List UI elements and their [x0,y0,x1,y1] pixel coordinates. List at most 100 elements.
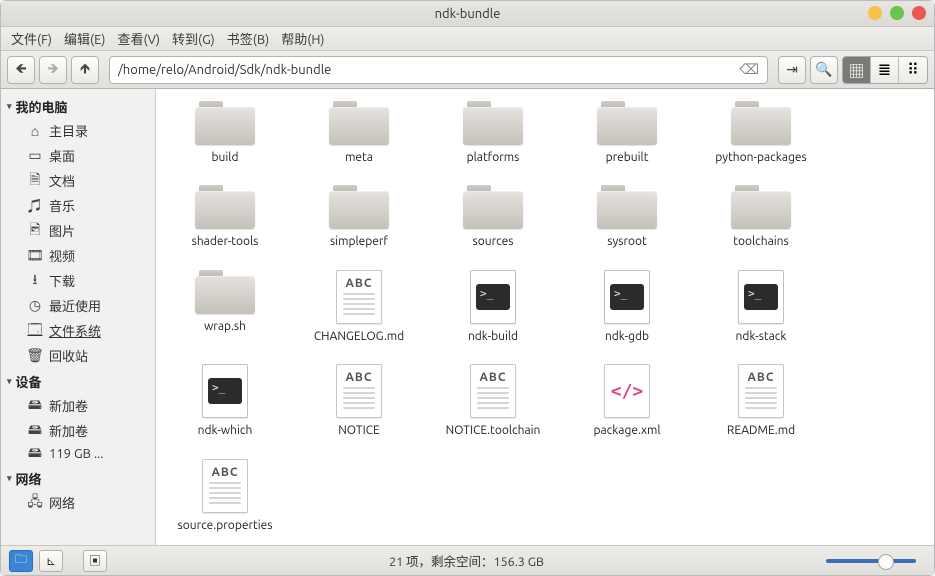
file-item[interactable]: </>package.xml [574,364,680,438]
sidebar-item-label: 文件系统 [49,321,101,340]
status-text: 21 项，剩余空间：156.3 GB [107,551,826,570]
file-item[interactable]: >_ndk-gdb [574,270,680,344]
recent-icon: ◷ [27,298,43,314]
sidebar-item-label: 新加卷 [49,421,88,440]
file-item-label: platforms [467,151,520,165]
menu-item[interactable]: 查看(V) [118,29,160,48]
file-item[interactable]: shader-tools [172,185,278,249]
sidebar-item-label: 网络 [49,493,75,512]
file-item[interactable]: sources [440,185,546,249]
file-item[interactable]: toolchains [708,185,814,249]
file-item[interactable]: ABCNOTICE.toolchain [440,364,546,438]
file-item[interactable]: >_ndk-stack [708,270,814,344]
picture-icon: 🖻 [27,223,43,239]
file-item[interactable]: prebuilt [574,101,680,165]
titlebar: ndk-bundle [1,1,934,27]
file-item-label: ndk-gdb [605,330,649,344]
sidebar-item[interactable]: 🎞视频 [1,243,155,268]
text-file-icon: ABC [336,270,382,324]
list-view-button[interactable]: ≣ [871,57,899,83]
sidebar-item-label: 下载 [49,271,75,290]
file-item-label: sysroot [607,235,647,249]
zoom-slider[interactable] [826,559,916,563]
script-icon: >_ [470,270,516,324]
maximize-button[interactable] [890,6,904,20]
sidebar-section-header[interactable]: ▾网络 [1,465,155,490]
folder-icon [597,101,657,145]
toolbar: 🡸 🡺 🡹 /home/relo/Android/Sdk/ndk-bundle … [1,51,934,89]
folder-icon [731,185,791,229]
sidebar-item[interactable]: ⌂ 主目录 [1,118,155,143]
chevron-down-icon: ▾ [7,376,12,387]
file-item-label: ndk-which [198,424,253,438]
file-item[interactable]: ABCCHANGELOG.md [306,270,412,344]
file-item[interactable]: ABCREADME.md [708,364,814,438]
menu-item[interactable]: 编辑(E) [64,29,105,48]
file-item-label: prebuilt [606,151,649,165]
file-item[interactable]: >_ndk-build [440,270,546,344]
menu-item[interactable]: 文件(F) [11,29,52,48]
sidebar-item[interactable]: ▭桌面 [1,143,155,168]
sidebar-section-header[interactable]: ▾我的电脑 [1,93,155,118]
file-item[interactable]: build [172,101,278,165]
up-button[interactable]: 🡹 [71,56,99,84]
menu-item[interactable]: 转到(G) [172,29,215,48]
sidebar-item[interactable]: ♫音乐 [1,193,155,218]
back-button[interactable]: 🡸 [7,56,35,84]
sidebar-item[interactable]: 🖻图片 [1,218,155,243]
sidebar-section-header[interactable]: ▾设备 [1,368,155,393]
sidebar-item[interactable]: ◷最近使用 [1,293,155,318]
file-item[interactable]: sysroot [574,185,680,249]
window-controls [868,6,926,20]
file-item[interactable]: ABCNOTICE [306,364,412,438]
sidebar-item[interactable]: 🖴新加卷 [1,393,155,418]
sidebar-item[interactable]: 🖧网络 [1,490,155,515]
tree-toggle-button[interactable]: ⊾ [39,550,63,572]
file-item[interactable]: platforms [440,101,546,165]
sidebar-item[interactable]: ⭳ 下载 [1,268,155,293]
folder-icon [195,270,255,314]
file-item[interactable]: ABCsource.properties [172,459,278,533]
file-item[interactable]: python-packages [708,101,814,165]
file-item[interactable]: meta [306,101,412,165]
compact-view-button[interactable]: ⠿ [899,57,927,83]
file-item[interactable]: simpleperf [306,185,412,249]
sidebar-item[interactable]: 🗔文件系统 [1,318,155,343]
file-item-label: meta [345,151,373,165]
file-item-label: sources [473,235,514,249]
search-button[interactable]: 🔍 [810,56,838,84]
file-item-label: NOTICE.toolchain [446,424,541,438]
script-icon: >_ [738,270,784,324]
close-button[interactable] [912,6,926,20]
minimize-button[interactable] [868,6,882,20]
main-area: ▾我的电脑 ⌂ 主目录 ▭桌面🗎文档♫音乐🖻图片🎞视频 ⭳ 下载 ◷最近使用🗔文件系统🗑回收… [1,89,934,545]
file-item[interactable]: wrap.sh [172,270,278,344]
file-view[interactable]: build meta platforms prebuilt python-package… [156,89,934,545]
file-item[interactable]: >_ndk-which [172,364,278,438]
sidebar-item[interactable]: 🗑回收站 [1,343,155,368]
forward-button[interactable]: 🡺 [39,56,67,84]
file-item-label: toolchains [733,235,788,249]
file-item-label: build [212,151,239,165]
sidebar-item-label: 视频 [49,246,75,265]
location-input[interactable]: /home/relo/Android/Sdk/ndk-bundle ⌫ [109,56,768,84]
disk-icon: 🖴 [27,446,43,462]
places-toggle-button[interactable]: 🗀 [9,550,33,572]
sidebar-item-label: 主目录 [49,121,88,140]
menu-item[interactable]: 帮助(H) [281,29,324,48]
download-icon: ⭳ [27,273,43,289]
sidebar-item[interactable]: 🖴新加卷 [1,418,155,443]
status-space-label: 剩余空间： [431,555,494,569]
sidebar-item[interactable]: 🗎文档 [1,168,155,193]
folder-icon [329,185,389,229]
file-item-label: wrap.sh [204,320,246,334]
menu-item[interactable]: 书签(B) [227,29,269,48]
sidebar-item[interactable]: 🖴119 GB ... [1,443,155,465]
terminal-button[interactable]: ▣ [83,550,107,572]
clear-location-icon[interactable]: ⌫ [739,61,759,78]
toggle-path-button[interactable]: ⇥ [778,56,806,84]
home-icon: ⌂ [27,123,43,139]
icon-view-button[interactable]: ▦ [843,57,871,83]
trash-icon: 🗑 [27,348,43,364]
file-item-label: shader-tools [192,235,259,249]
